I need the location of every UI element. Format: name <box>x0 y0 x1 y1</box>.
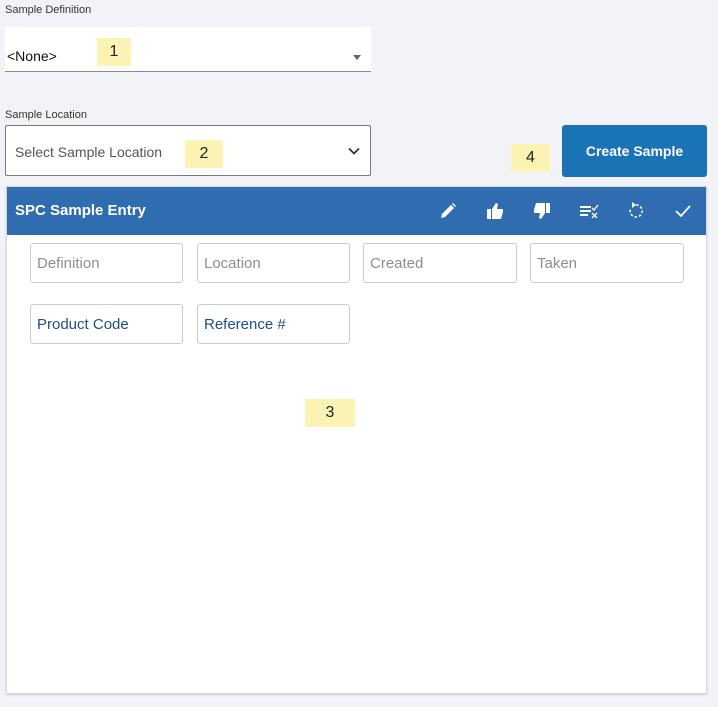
callout-3: 3 <box>305 399 355 427</box>
chevron-down-icon <box>348 147 360 155</box>
reject-button[interactable] <box>518 187 565 235</box>
list-check-icon <box>579 204 599 219</box>
undo-button[interactable] <box>612 187 659 235</box>
sample-entry-panel: SPC Sample Entry Definition Location Cre… <box>6 186 707 694</box>
product-code-field[interactable] <box>30 304 183 344</box>
sample-definition-select[interactable]: <None> <box>5 27 371 72</box>
checkmark-icon <box>674 205 691 218</box>
sample-location-label: Sample Location <box>5 109 87 121</box>
create-sample-button[interactable]: Create Sample <box>562 125 707 177</box>
definition-field[interactable] <box>30 243 183 283</box>
panel-title: SPC Sample Entry <box>15 202 146 219</box>
caret-down-icon <box>353 55 361 60</box>
callout-1: 1 <box>97 38 131 66</box>
panel-header: SPC Sample Entry <box>7 187 706 235</box>
sample-definition-label: Sample Definition <box>5 4 92 16</box>
complete-button[interactable] <box>659 187 706 235</box>
callout-4: 4 <box>511 144 550 172</box>
approve-button[interactable] <box>471 187 518 235</box>
list-check-button[interactable] <box>565 187 612 235</box>
edit-button[interactable] <box>424 187 471 235</box>
thumbs-up-icon <box>486 203 503 219</box>
callout-2: 2 <box>185 140 223 168</box>
reference-field[interactable] <box>197 304 350 344</box>
thumbs-down-icon <box>533 203 550 219</box>
undo-icon <box>628 202 643 218</box>
taken-field[interactable] <box>530 243 684 283</box>
created-field[interactable] <box>363 243 517 283</box>
panel-toolbar <box>424 187 706 235</box>
sample-location-placeholder: Select Sample Location <box>15 144 163 160</box>
pencil-icon <box>440 203 456 218</box>
sample-definition-value: <None> <box>7 48 57 64</box>
location-field[interactable] <box>197 243 350 283</box>
